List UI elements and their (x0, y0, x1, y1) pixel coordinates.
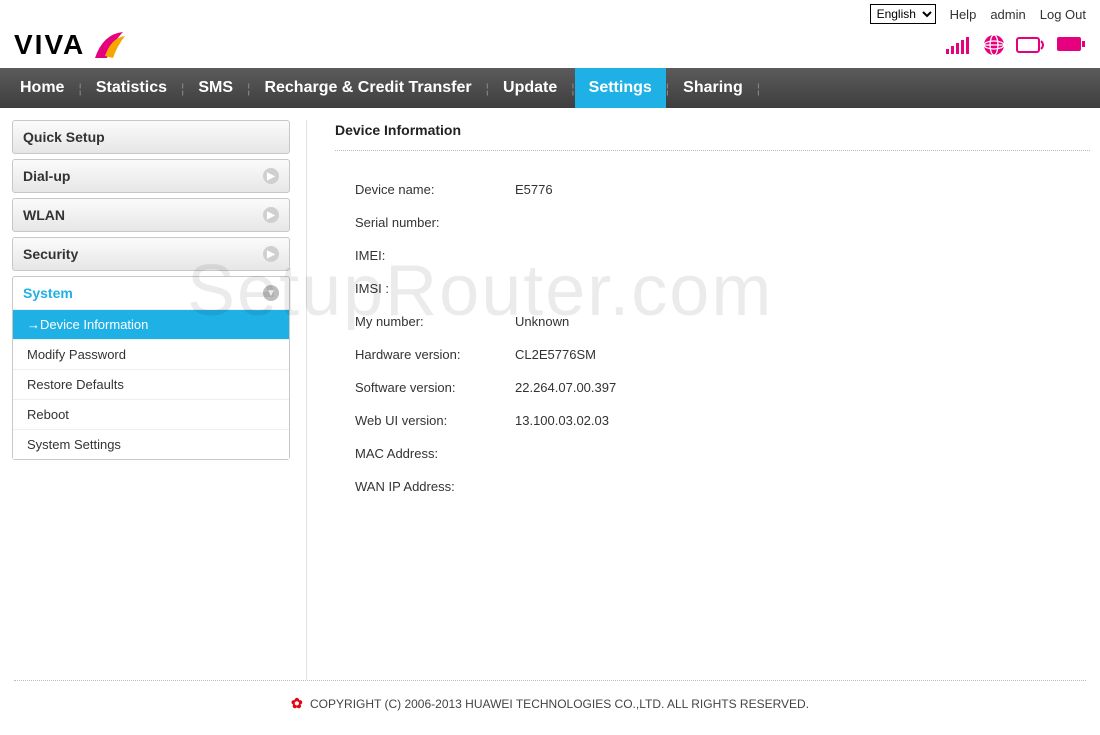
sidebar-sub-modify-password[interactable]: Modify Password (13, 339, 289, 369)
nav-settings[interactable]: Settings (575, 68, 666, 108)
row-imsi: IMSI : (335, 272, 1090, 305)
page-title: Device Information (335, 122, 1090, 151)
value-webui: 13.100.03.02.03 (515, 413, 609, 428)
sidebar-security-label: Security (23, 246, 78, 262)
battery-icon (1056, 36, 1086, 54)
nav-sms[interactable]: SMS (184, 68, 247, 108)
row-device-name: Device name: E5776 (335, 173, 1090, 206)
label-software: Software version: (335, 380, 515, 395)
chevron-down-icon: ▼ (263, 285, 279, 301)
huawei-logo-icon: ✿ (291, 695, 303, 711)
row-webui: Web UI version: 13.100.03.02.03 (335, 404, 1090, 437)
logout-link[interactable]: Log Out (1040, 7, 1086, 22)
nav-update[interactable]: Update (489, 68, 571, 108)
row-mac: MAC Address: (335, 437, 1090, 470)
user-label: admin (990, 7, 1025, 22)
footer: ✿ COPYRIGHT (C) 2006-2013 HUAWEI TECHNOL… (14, 680, 1086, 722)
language-select[interactable]: English (870, 4, 936, 24)
label-mac: MAC Address: (335, 446, 515, 461)
header: VIVA (0, 24, 1100, 68)
topbar: English Help admin Log Out (0, 0, 1100, 24)
help-link[interactable]: Help (950, 7, 977, 22)
navbar: Home¦ Statistics¦ SMS¦ Recharge & Credit… (0, 68, 1100, 108)
chevron-right-icon: ▶ (263, 246, 279, 262)
row-my-number: My number: Unknown (335, 305, 1090, 338)
nav-recharge[interactable]: Recharge & Credit Transfer (250, 68, 485, 108)
brand-logo: VIVA (14, 28, 127, 62)
row-serial: Serial number: (335, 206, 1090, 239)
label-my-number: My number: (335, 314, 515, 329)
sidebar: Quick Setup Dial-up ▶ WLAN ▶ Security ▶ Sys… (12, 120, 290, 680)
chevron-right-icon: ▶ (263, 168, 279, 184)
sidebar-system[interactable]: System ▼ (13, 277, 289, 309)
label-serial: Serial number: (335, 215, 515, 230)
row-wanip: WAN IP Address: (335, 470, 1090, 503)
brand-text: VIVA (14, 29, 85, 61)
value-hardware: CL2E5776SM (515, 347, 596, 362)
sidebar-quick-setup-label: Quick Setup (23, 129, 105, 145)
row-imei: IMEI: (335, 239, 1090, 272)
label-wanip: WAN IP Address: (335, 479, 515, 494)
sidebar-system-label: System (23, 285, 73, 301)
nav-sharing[interactable]: Sharing (669, 68, 757, 108)
content-panel: SetupRouter.com Device Information Devic… (306, 120, 1090, 680)
sidebar-sub-restore-defaults[interactable]: Restore Defaults (13, 369, 289, 399)
label-imei: IMEI: (335, 248, 515, 263)
sidebar-wlan-label: WLAN (23, 207, 65, 223)
nav-home[interactable]: Home (6, 68, 78, 108)
sidebar-quick-setup[interactable]: Quick Setup (13, 121, 289, 153)
sidebar-wlan[interactable]: WLAN ▶ (13, 199, 289, 231)
status-icons (946, 33, 1086, 57)
row-software: Software version: 22.264.07.00.397 (335, 371, 1090, 404)
label-hardware: Hardware version: (335, 347, 515, 362)
sidebar-sub-device-info[interactable]: →Device Information (13, 309, 289, 339)
sidebar-security[interactable]: Security ▶ (13, 238, 289, 270)
label-imsi: IMSI : (335, 281, 515, 296)
wifi-device-icon (1016, 35, 1046, 55)
value-software: 22.264.07.00.397 (515, 380, 616, 395)
brand-swoosh-icon (93, 28, 127, 62)
value-device-name: E5776 (515, 182, 553, 197)
signal-icon (946, 35, 972, 55)
value-my-number: Unknown (515, 314, 569, 329)
sidebar-dial-up[interactable]: Dial-up ▶ (13, 160, 289, 192)
chevron-right-icon: ▶ (263, 207, 279, 223)
sidebar-sub-reboot[interactable]: Reboot (13, 399, 289, 429)
sidebar-dial-up-label: Dial-up (23, 168, 70, 184)
label-webui: Web UI version: (335, 413, 515, 428)
nav-statistics[interactable]: Statistics (82, 68, 181, 108)
label-device-name: Device name: (335, 182, 515, 197)
row-hardware: Hardware version: CL2E5776SM (335, 338, 1090, 371)
sidebar-sub-device-info-label: Device Information (40, 317, 148, 332)
copyright-text: COPYRIGHT (C) 2006-2013 HUAWEI TECHNOLOG… (310, 697, 809, 711)
sidebar-sub-system-settings[interactable]: System Settings (13, 429, 289, 459)
globe-icon (982, 33, 1006, 57)
